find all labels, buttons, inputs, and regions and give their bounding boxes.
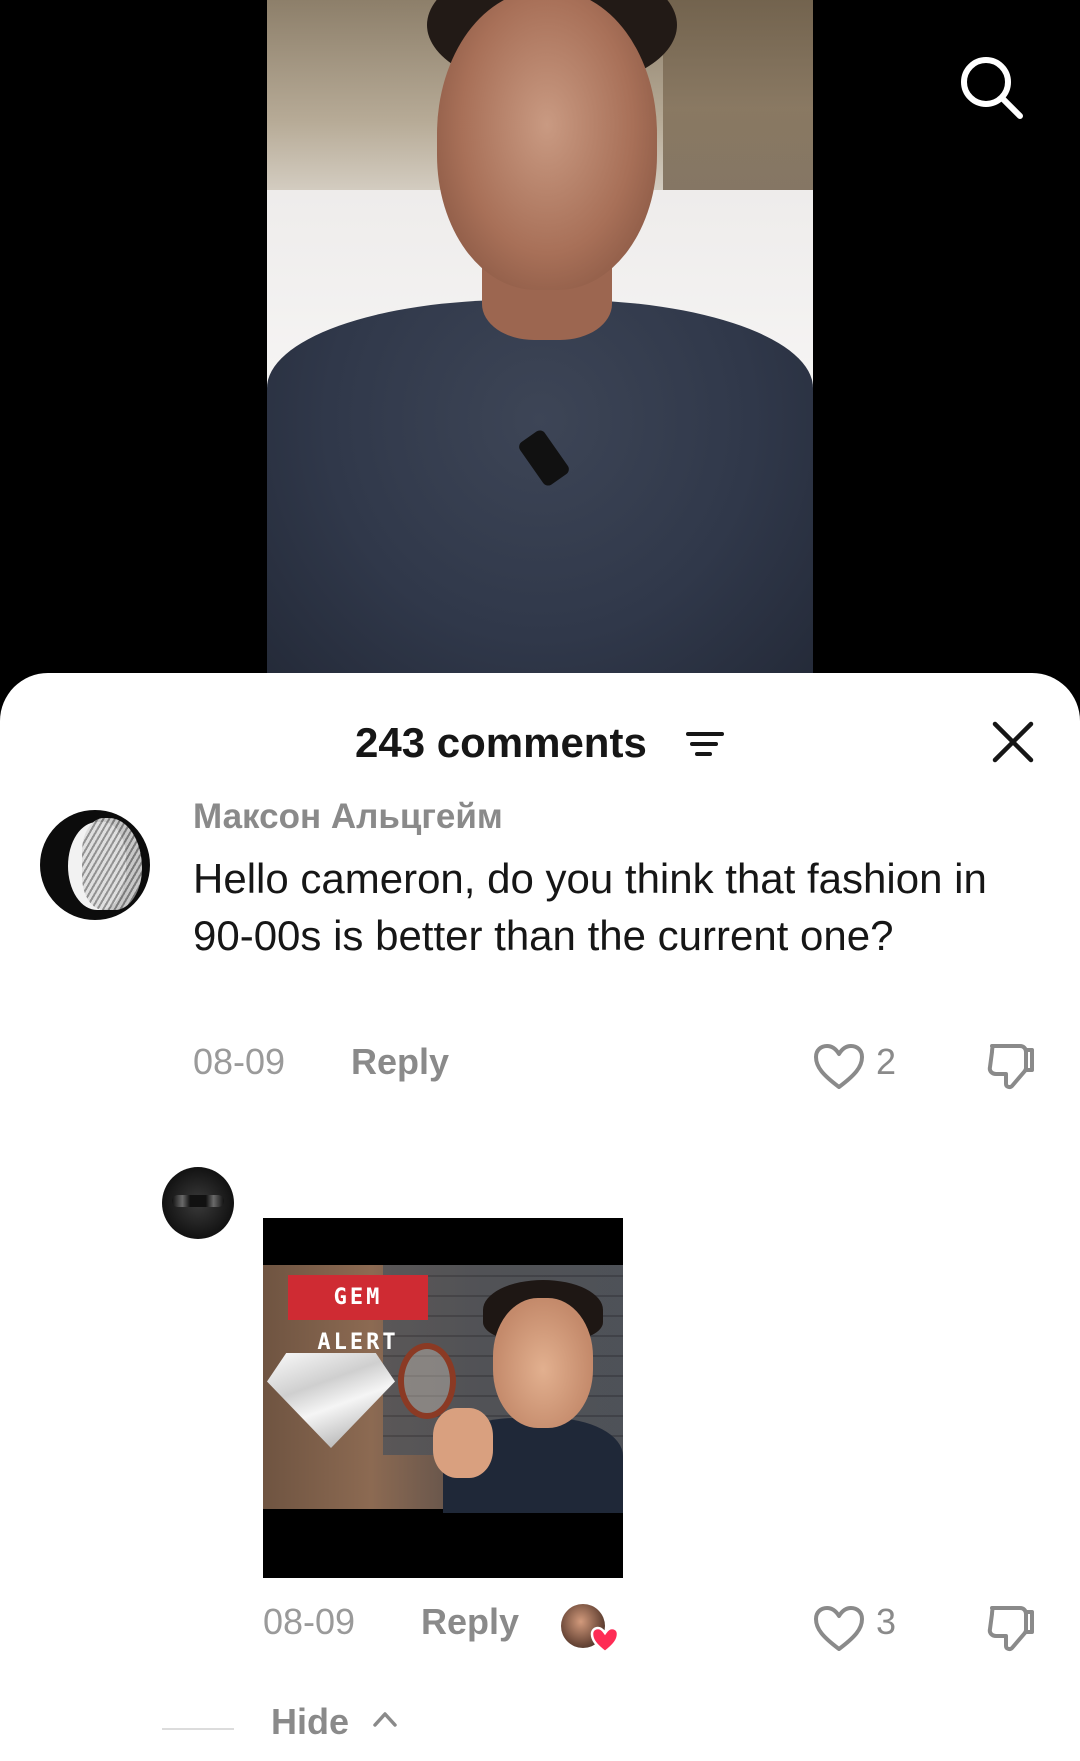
sort-icon[interactable] <box>686 729 724 759</box>
thumbnail-person-head <box>493 1298 593 1428</box>
close-icon[interactable] <box>990 719 1036 765</box>
screen: 243 comments Максон Альцгейм Hello camer… <box>0 0 1080 1761</box>
like-count: 3 <box>876 1601 897 1642</box>
comments-count: 243 comments <box>355 719 647 766</box>
comment-date: 08-09 <box>193 1041 286 1082</box>
hide-replies-button[interactable]: Hide <box>271 1701 349 1743</box>
thumbs-down-icon[interactable] <box>984 1602 1038 1656</box>
magnifier-icon <box>398 1343 456 1419</box>
avatar-eyes <box>172 1195 224 1207</box>
avatar[interactable] <box>40 810 150 920</box>
avatar-hair <box>82 818 142 910</box>
video-player[interactable] <box>267 0 813 680</box>
heart-outline-icon[interactable] <box>813 1043 865 1091</box>
video-person-head <box>437 0 657 290</box>
gem-alert-badge: GEM ALERT <box>288 1275 428 1355</box>
comment-date: 08-09 <box>263 1601 356 1642</box>
reply-button[interactable]: Reply <box>421 1601 519 1643</box>
reply-avatar[interactable] <box>162 1167 234 1239</box>
thumbnail-hand <box>433 1408 493 1478</box>
like-count: 2 <box>876 1041 897 1082</box>
replies-divider <box>162 1728 234 1730</box>
comments-header: 243 comments <box>0 713 1080 773</box>
heart-outline-icon[interactable] <box>813 1605 865 1653</box>
comments-sheet: 243 comments Максон Альцгейм Hello camer… <box>0 673 1080 1761</box>
comment-username[interactable]: Максон Альцгейм <box>193 797 503 837</box>
reply-button[interactable]: Reply <box>351 1041 449 1083</box>
chevron-up-icon[interactable] <box>372 1710 398 1728</box>
comment-text: Hello cameron, do you think that fashion… <box>193 855 987 959</box>
thumbs-down-icon[interactable] <box>984 1040 1038 1094</box>
video-thumbnail[interactable]: GEM ALERT <box>263 1218 623 1578</box>
video-person-shirt <box>267 300 813 680</box>
search-icon[interactable] <box>956 52 1026 122</box>
heart-filled-icon <box>590 1626 620 1654</box>
